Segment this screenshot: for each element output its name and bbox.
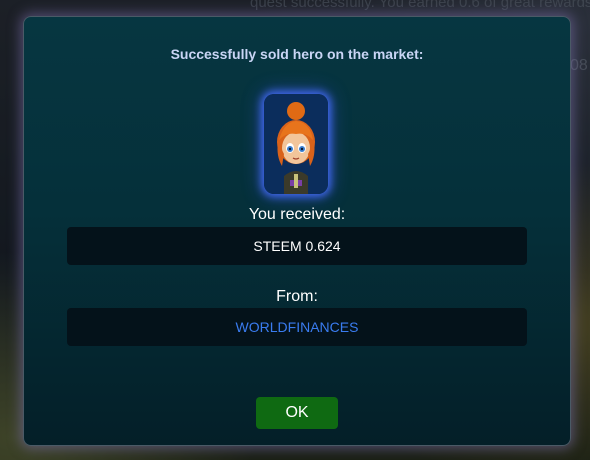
from-label: From: [276,288,318,305]
dialog-title: Successfully sold hero on the market: [170,46,424,62]
ok-button[interactable]: OK [256,397,338,429]
buyer-username-link[interactable]: WORLDFINANCES [67,308,527,346]
received-label: You received: [248,206,346,223]
received-amount: STEEM 0.624 [67,227,527,265]
sale-confirmation-dialog: Successfully sold hero on the market: Yo… [23,16,571,446]
hero-portrait [264,94,328,194]
hero-avatar-icon [264,94,328,194]
